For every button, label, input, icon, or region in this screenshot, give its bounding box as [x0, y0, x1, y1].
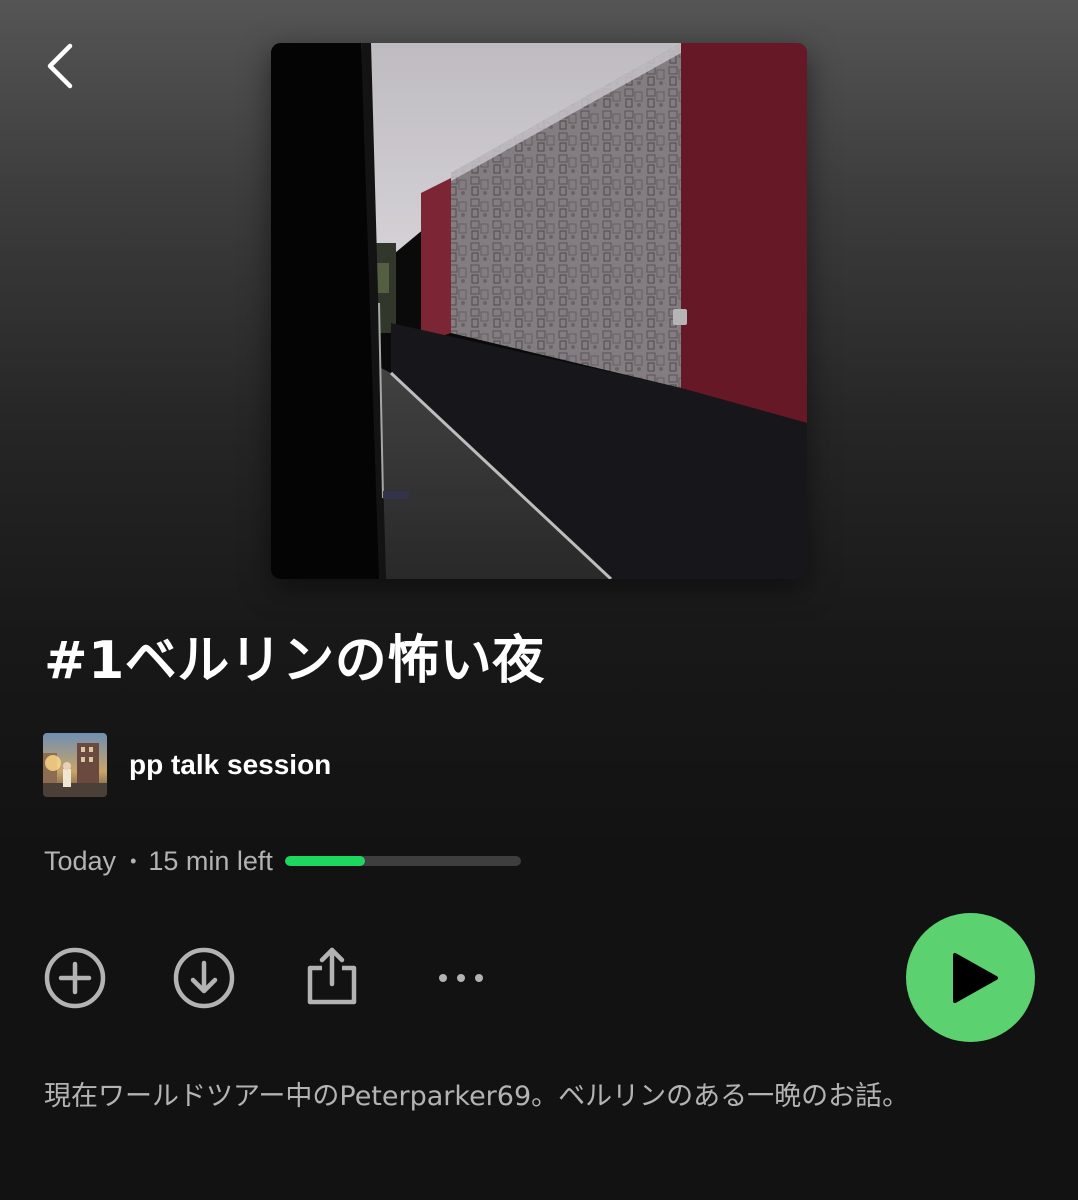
time-left: 15 min left — [148, 845, 273, 876]
share-button[interactable] — [300, 944, 364, 1008]
play-icon — [953, 953, 998, 1003]
download-button[interactable] — [172, 946, 236, 1010]
meta-separator: • — [130, 850, 137, 871]
share-icon — [307, 947, 357, 1005]
plus-circle-icon — [44, 947, 106, 1009]
playback-progress-bar — [284, 856, 521, 866]
episode-meta: Today • 15 min left — [44, 843, 521, 879]
show-name: pp talk session — [129, 749, 332, 780]
episode-title: #1ベルリンの怖い夜 — [44, 631, 545, 691]
chevron-left-icon — [47, 43, 73, 89]
more-options-button[interactable] — [429, 946, 493, 1010]
playback-progress-fill — [284, 856, 366, 866]
add-to-library-button[interactable] — [43, 946, 107, 1010]
episode-cover-art — [271, 43, 807, 579]
back-button[interactable] — [40, 40, 88, 92]
show-thumbnail — [43, 733, 107, 797]
download-circle-icon — [173, 947, 235, 1009]
episode-description: 現在ワールドツアー中のPeterparker69。ベルリンのある一晩のお話。 — [44, 1081, 910, 1112]
show-link[interactable]: pp talk session — [43, 733, 331, 797]
play-button[interactable] — [906, 913, 1035, 1042]
episode-date: Today — [44, 845, 117, 876]
more-horizontal-icon — [439, 974, 483, 982]
